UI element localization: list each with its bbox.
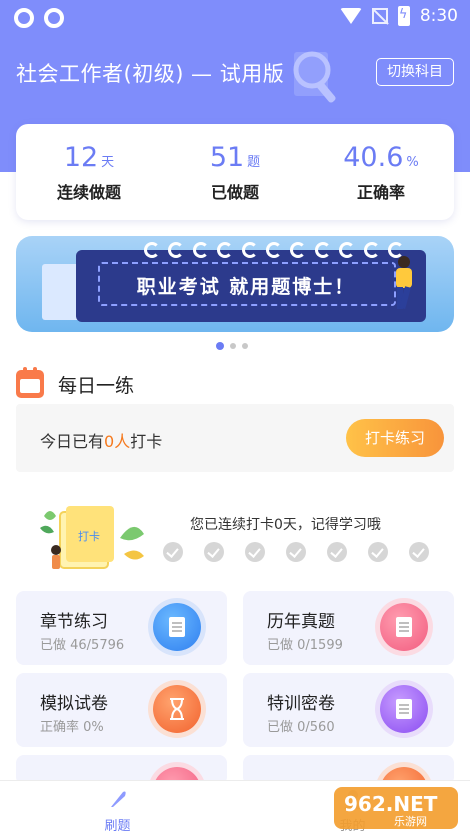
mock-exam-card[interactable]: 模拟试卷 正确率 0% [16,673,227,747]
stat-unit: 天 [101,155,115,170]
stat-label: 连续做题 [56,183,121,202]
svg-text:打卡: 打卡 [78,529,100,543]
special-training-card[interactable]: 特训密卷 已做 0/560 [243,673,454,747]
stat-unit: 题 [247,155,261,170]
card-title: 历年真题 [267,612,335,632]
nav-label: 刷题 [104,819,131,834]
page-title: 社会工作者(初级) — 试用版 [16,62,285,86]
no-signal-icon [371,8,388,24]
svg-text:962.NET: 962.NET [344,792,438,816]
svg-text:乐游网: 乐游网 [394,815,427,828]
banner-text: 职业考试 就用题博士！ [136,276,356,298]
card-progress: 已做 46/5796 [40,638,125,653]
pagination-dot[interactable] [242,343,248,349]
stat-label: 正确率 [356,183,405,202]
weekly-checkin-marks [163,542,429,562]
day-check-icon [368,542,388,562]
app-notification-icon [44,8,64,28]
app-notification-icon [14,8,34,28]
card-title: 章节练习 [40,612,108,632]
pagination-dot[interactable] [230,343,236,349]
stat-streak-days: 12 天 连续做题 [16,124,162,220]
status-bar: 8:30 [0,0,470,36]
card-progress: 已做 0/560 [267,720,335,735]
daily-practice-header: 每日一练 [16,367,135,398]
day-check-icon [327,542,347,562]
switch-subject-button[interactable]: 切换科目 [376,58,454,86]
day-check-icon [163,542,183,562]
daily-practice-title: 每日一练 [58,374,135,397]
stat-value: 51 [209,142,245,173]
stats-card: 12 天 连续做题 51 题 已做题 40.6% 正确率 [16,124,454,220]
calendar-icon [16,367,44,398]
stat-done-questions: 51 题 已做题 [162,124,308,220]
stat-accuracy: 40.6% 正确率 [308,124,454,220]
wifi-icon [339,8,362,24]
promo-banner[interactable]: 职业考试 就用题博士！ [16,236,454,332]
past-exams-card[interactable]: 历年真题 已做 0/1599 [243,591,454,665]
banner-pagination [216,342,248,350]
stat-value: 12 [63,142,99,173]
feather-pen-icon [110,791,126,807]
stat-unit: % [406,155,419,170]
streak-message: 您已连续打卡0天，记得学习哦 [190,517,381,533]
hourglass-icon [153,685,201,733]
card-progress: 正确率 0% [40,720,104,735]
day-check-icon [204,542,224,562]
card-title: 模拟试卷 [40,694,108,714]
document-icon [153,603,201,651]
stat-label: 已做题 [210,183,259,202]
nav-tab-practice[interactable]: 刷题 [0,781,235,835]
secret-paper-icon [380,685,428,733]
site-watermark-logo: 962.NET 乐游网 [334,787,458,829]
stat-value: 40.6 [343,142,404,173]
day-check-icon [409,542,429,562]
paper-icon [380,603,428,651]
card-progress: 已做 0/1599 [267,638,343,653]
day-check-icon [286,542,306,562]
chapter-practice-card[interactable]: 章节练习 已做 46/5796 [16,591,227,665]
checkin-illustration-icon: 打卡 [40,506,144,569]
day-check-icon [245,542,265,562]
notebook-rings [144,242,404,258]
status-time: 8:30 [419,6,458,26]
pagination-dot-active[interactable] [216,342,224,350]
checkin-bar: 今日已有0人打卡 打卡练习 [16,404,454,472]
checkin-practice-button[interactable]: 打卡练习 [346,419,444,457]
card-title: 特训密卷 [267,694,335,714]
battery-charging-icon [397,6,410,26]
person-illustration-icon [396,256,412,310]
magnifier-decoration-icon [293,51,336,103]
checkin-status: 今日已有0人打卡 [40,432,163,451]
checkin-count: 0人 [104,432,131,451]
